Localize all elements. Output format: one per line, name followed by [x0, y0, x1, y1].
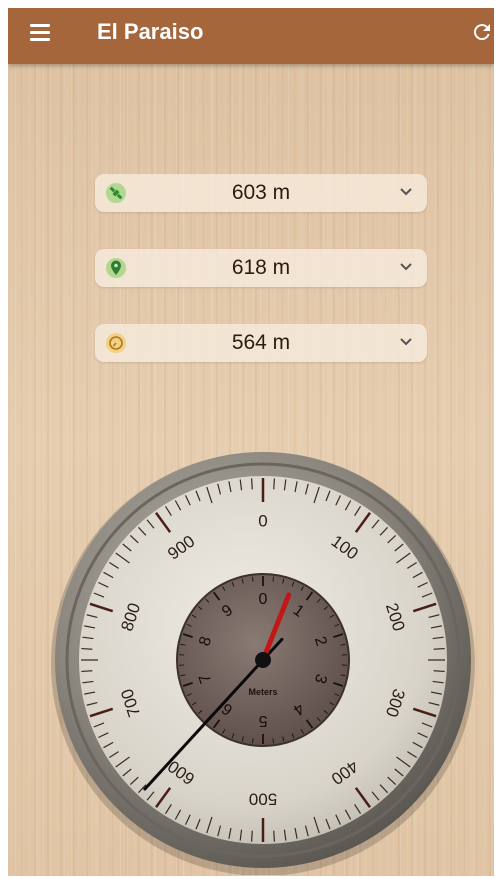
altitude-gps-selector[interactable]: 603 m — [95, 174, 427, 212]
altitude-value: 618 m — [231, 256, 291, 279]
gauge-inner-label: 0 — [259, 591, 268, 608]
gauge-center-cap — [255, 652, 271, 668]
gauge-tick — [433, 670, 445, 673]
chevron-down-icon — [400, 338, 412, 346]
app-screen: El Paraiso 603 m 618 m 564 m 0 100 200 3… — [8, 8, 494, 876]
gauge-tick — [81, 670, 93, 673]
gauge-outer-label: 0 — [258, 511, 267, 530]
gauge-inner-tick — [272, 576, 274, 582]
gauge-tick — [250, 830, 253, 842]
altitude-map-selector[interactable]: 618 m — [95, 249, 427, 287]
chevron-down-icon — [400, 188, 412, 196]
gauge-outer-label: 500 — [249, 790, 277, 809]
page-title: El Paraiso — [97, 19, 204, 44]
altitude-barometer-selector[interactable]: 564 m — [95, 324, 427, 362]
hamburger-menu-icon[interactable] — [30, 24, 52, 44]
gauge-tick — [433, 647, 445, 650]
app-bar: El Paraiso — [8, 8, 494, 64]
refresh-icon[interactable] — [470, 20, 494, 44]
gauge-tick — [250, 478, 253, 490]
gauge-inner-tick — [272, 738, 274, 744]
unit-label: Meters — [248, 687, 277, 697]
gauge-inner-tick — [252, 738, 254, 744]
altitude-value: 603 m — [231, 181, 291, 204]
altimeter-gauge: 0100200300400500600700800900 0123456789 … — [51, 452, 475, 875]
gauge-tick — [273, 478, 276, 490]
altitude-value: 564 m — [231, 331, 291, 354]
gauge-inner-label: 5 — [258, 712, 267, 729]
gauge-tick — [273, 830, 276, 842]
gauge-tick — [81, 647, 93, 650]
gauge-inner-tick — [252, 576, 254, 582]
chevron-down-icon — [400, 263, 412, 271]
